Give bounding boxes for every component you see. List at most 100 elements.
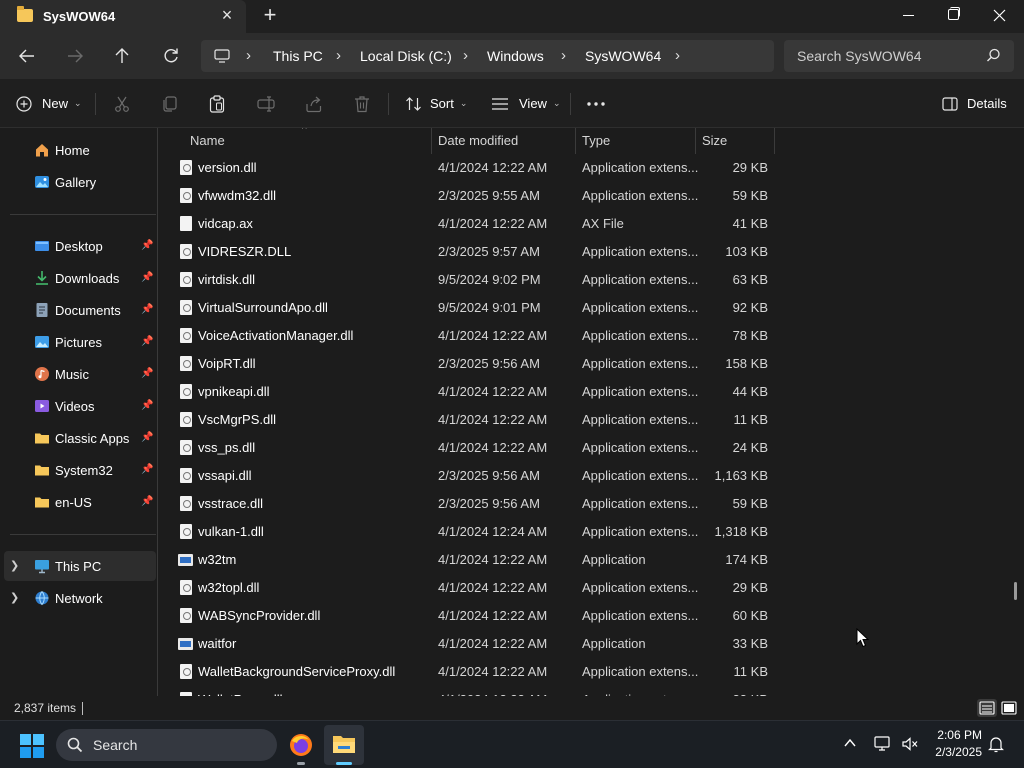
- column-header-name[interactable]: Name: [190, 133, 225, 148]
- file-row[interactable]: vulkan-1.dll 4/1/2024 12:24 AM Application…: [172, 518, 774, 546]
- chevron-right-icon[interactable]: ›: [675, 47, 680, 64]
- sidebar-item-videos[interactable]: Videos 📌: [4, 391, 156, 421]
- volume-muted-icon[interactable]: [901, 736, 919, 752]
- pin-icon[interactable]: 📌: [141, 368, 153, 379]
- more-options-button[interactable]: [586, 79, 606, 128]
- details-view-button[interactable]: [977, 699, 997, 717]
- breadcrumb-windows[interactable]: Windows: [487, 48, 544, 64]
- breadcrumb-local-disk[interactable]: Local Disk (C:): [360, 48, 452, 64]
- search-input[interactable]: Search SysWOW64: [797, 48, 921, 64]
- clock-date[interactable]: 2/3/2025: [926, 745, 982, 759]
- column-resize-handle[interactable]: [431, 128, 432, 154]
- share-button[interactable]: [305, 79, 323, 128]
- file-row[interactable]: vsstrace.dll 2/3/2025 9:56 AM Application …: [172, 490, 774, 518]
- sidebar-item-music[interactable]: Music 📌: [4, 359, 156, 389]
- scrollbar-thumb[interactable]: [1014, 582, 1017, 600]
- pin-icon[interactable]: 📌: [141, 304, 153, 315]
- sort-button[interactable]: Sort ⌄: [405, 79, 467, 128]
- minimize-button[interactable]: [886, 0, 932, 32]
- taskbar-file-explorer[interactable]: [324, 725, 364, 765]
- file-type: Application extens...: [582, 300, 699, 315]
- file-row[interactable]: VIDRESZR.DLL 2/3/2025 9:57 AM Application …: [172, 238, 774, 266]
- chevron-right-icon[interactable]: ›: [561, 47, 566, 64]
- chevron-right-icon[interactable]: ❯: [10, 591, 19, 604]
- file-row[interactable]: vidcap.ax 4/1/2024 12:22 AM AX File 41 KB: [172, 210, 774, 238]
- column-header-size[interactable]: Size: [702, 133, 727, 148]
- paste-button[interactable]: [208, 79, 226, 128]
- pin-icon[interactable]: 📌: [141, 240, 153, 251]
- file-row[interactable]: vss_ps.dll 4/1/2024 12:22 AM Application e…: [172, 434, 774, 462]
- close-tab-icon[interactable]: ×: [219, 5, 235, 25]
- restore-button[interactable]: [931, 0, 977, 32]
- view-button[interactable]: View ⌄: [491, 79, 561, 128]
- file-row[interactable]: version.dll 4/1/2024 12:22 AM Application …: [172, 154, 774, 182]
- details-pane-button[interactable]: Details: [942, 79, 1007, 128]
- up-button[interactable]: [108, 42, 136, 70]
- column-resize-handle[interactable]: [695, 128, 696, 154]
- network-tray-icon[interactable]: [874, 736, 892, 752]
- sidebar-item-network[interactable]: ❯ Network: [4, 583, 156, 613]
- column-header-date[interactable]: Date modified: [438, 133, 518, 148]
- sidebar-item-downloads[interactable]: Downloads 📌: [4, 263, 156, 293]
- file-row[interactable]: WalletBackgroundServiceProxy.dll 4/1/2024…: [172, 658, 774, 686]
- chevron-up-icon[interactable]: [843, 736, 857, 750]
- pin-icon[interactable]: 📌: [141, 272, 153, 283]
- chevron-right-icon[interactable]: ›: [246, 47, 251, 64]
- cut-button[interactable]: [113, 79, 131, 128]
- breadcrumb-this-pc[interactable]: This PC: [273, 48, 323, 64]
- file-row[interactable]: VscMgrPS.dll 4/1/2024 12:22 AM Application…: [172, 406, 774, 434]
- refresh-button[interactable]: [157, 42, 185, 70]
- file-row[interactable]: VoiceActivationManager.dll 4/1/2024 12:22…: [172, 322, 774, 350]
- pin-icon[interactable]: 📌: [141, 464, 153, 475]
- copy-button[interactable]: [161, 79, 179, 128]
- close-window-button[interactable]: [977, 0, 1023, 32]
- chevron-right-icon[interactable]: ›: [463, 47, 468, 64]
- file-row[interactable]: w32tm 4/1/2024 12:22 AM Application 174 KB: [172, 546, 774, 574]
- rename-button[interactable]: [257, 79, 275, 128]
- file-row[interactable]: w32topl.dll 4/1/2024 12:22 AM Application …: [172, 574, 774, 602]
- file-row[interactable]: WalletProxy.dll4/1/2024 12:22 AMApplicat…: [172, 686, 774, 696]
- back-button[interactable]: [13, 42, 41, 70]
- window-tab[interactable]: SysWOW64 ×: [0, 0, 246, 33]
- chevron-right-icon[interactable]: ❯: [10, 559, 19, 572]
- notification-bell-icon[interactable]: [988, 736, 1004, 753]
- chevron-right-icon[interactable]: ›: [336, 47, 341, 64]
- pane-divider[interactable]: [157, 128, 158, 696]
- taskbar-search[interactable]: Search: [56, 729, 277, 761]
- address-bar[interactable]: › This PC › Local Disk (C:) › Windows › …: [201, 40, 774, 72]
- file-row[interactable]: vpnikeapi.dll 4/1/2024 12:22 AM Applicatio…: [172, 378, 774, 406]
- forward-button[interactable]: [61, 42, 89, 70]
- windows-start-icon[interactable]: [20, 734, 44, 758]
- column-resize-handle[interactable]: [774, 128, 775, 154]
- sidebar-item-this-pc[interactable]: ❯ This PC: [4, 551, 156, 581]
- sidebar-item-documents[interactable]: Documents 📌: [4, 295, 156, 325]
- file-row[interactable]: WABSyncProvider.dll 4/1/2024 12:22 AM Appl…: [172, 602, 774, 630]
- file-row[interactable]: VirtualSurroundApo.dll 9/5/2024 9:01 PM Ap…: [172, 294, 774, 322]
- sidebar-item-system32[interactable]: System32 📌: [4, 455, 156, 485]
- file-row[interactable]: vssapi.dll 2/3/2025 9:56 AM Application ex…: [172, 462, 774, 490]
- search-box[interactable]: Search SysWOW64: [784, 40, 1014, 72]
- file-row[interactable]: vfwwdm32.dll 2/3/2025 9:55 AM Application …: [172, 182, 774, 210]
- sidebar-item-home[interactable]: Home: [4, 135, 156, 165]
- new-button[interactable]: New ⌄: [16, 79, 82, 128]
- sidebar-item-pictures[interactable]: Pictures 📌: [4, 327, 156, 357]
- new-tab-button[interactable]: +: [262, 3, 278, 27]
- large-icons-view-button[interactable]: [999, 699, 1019, 717]
- sidebar-item-desktop[interactable]: Desktop 📌: [4, 231, 156, 261]
- delete-button[interactable]: [353, 79, 371, 128]
- clock-time[interactable]: 2:06 PM: [926, 728, 982, 742]
- file-row[interactable]: virtdisk.dll 9/5/2024 9:02 PM Application …: [172, 266, 774, 294]
- breadcrumb-syswow64[interactable]: SysWOW64: [585, 48, 661, 64]
- column-header-type[interactable]: Type: [582, 133, 610, 148]
- sidebar-item-en-us[interactable]: en-US 📌: [4, 487, 156, 517]
- taskbar-firefox[interactable]: [281, 725, 321, 765]
- pin-icon[interactable]: 📌: [141, 400, 153, 411]
- pin-icon[interactable]: 📌: [141, 336, 153, 347]
- pin-icon[interactable]: 📌: [141, 496, 153, 507]
- sidebar-item-classic-apps[interactable]: Classic Apps 📌: [4, 423, 156, 453]
- pin-icon[interactable]: 📌: [141, 432, 153, 443]
- column-resize-handle[interactable]: [575, 128, 576, 154]
- file-row[interactable]: waitfor 4/1/2024 12:22 AM Application 33 KB: [172, 630, 774, 658]
- sidebar-item-gallery[interactable]: Gallery: [4, 167, 156, 197]
- file-row[interactable]: VoipRT.dll 2/3/2025 9:56 AM Application ex…: [172, 350, 774, 378]
